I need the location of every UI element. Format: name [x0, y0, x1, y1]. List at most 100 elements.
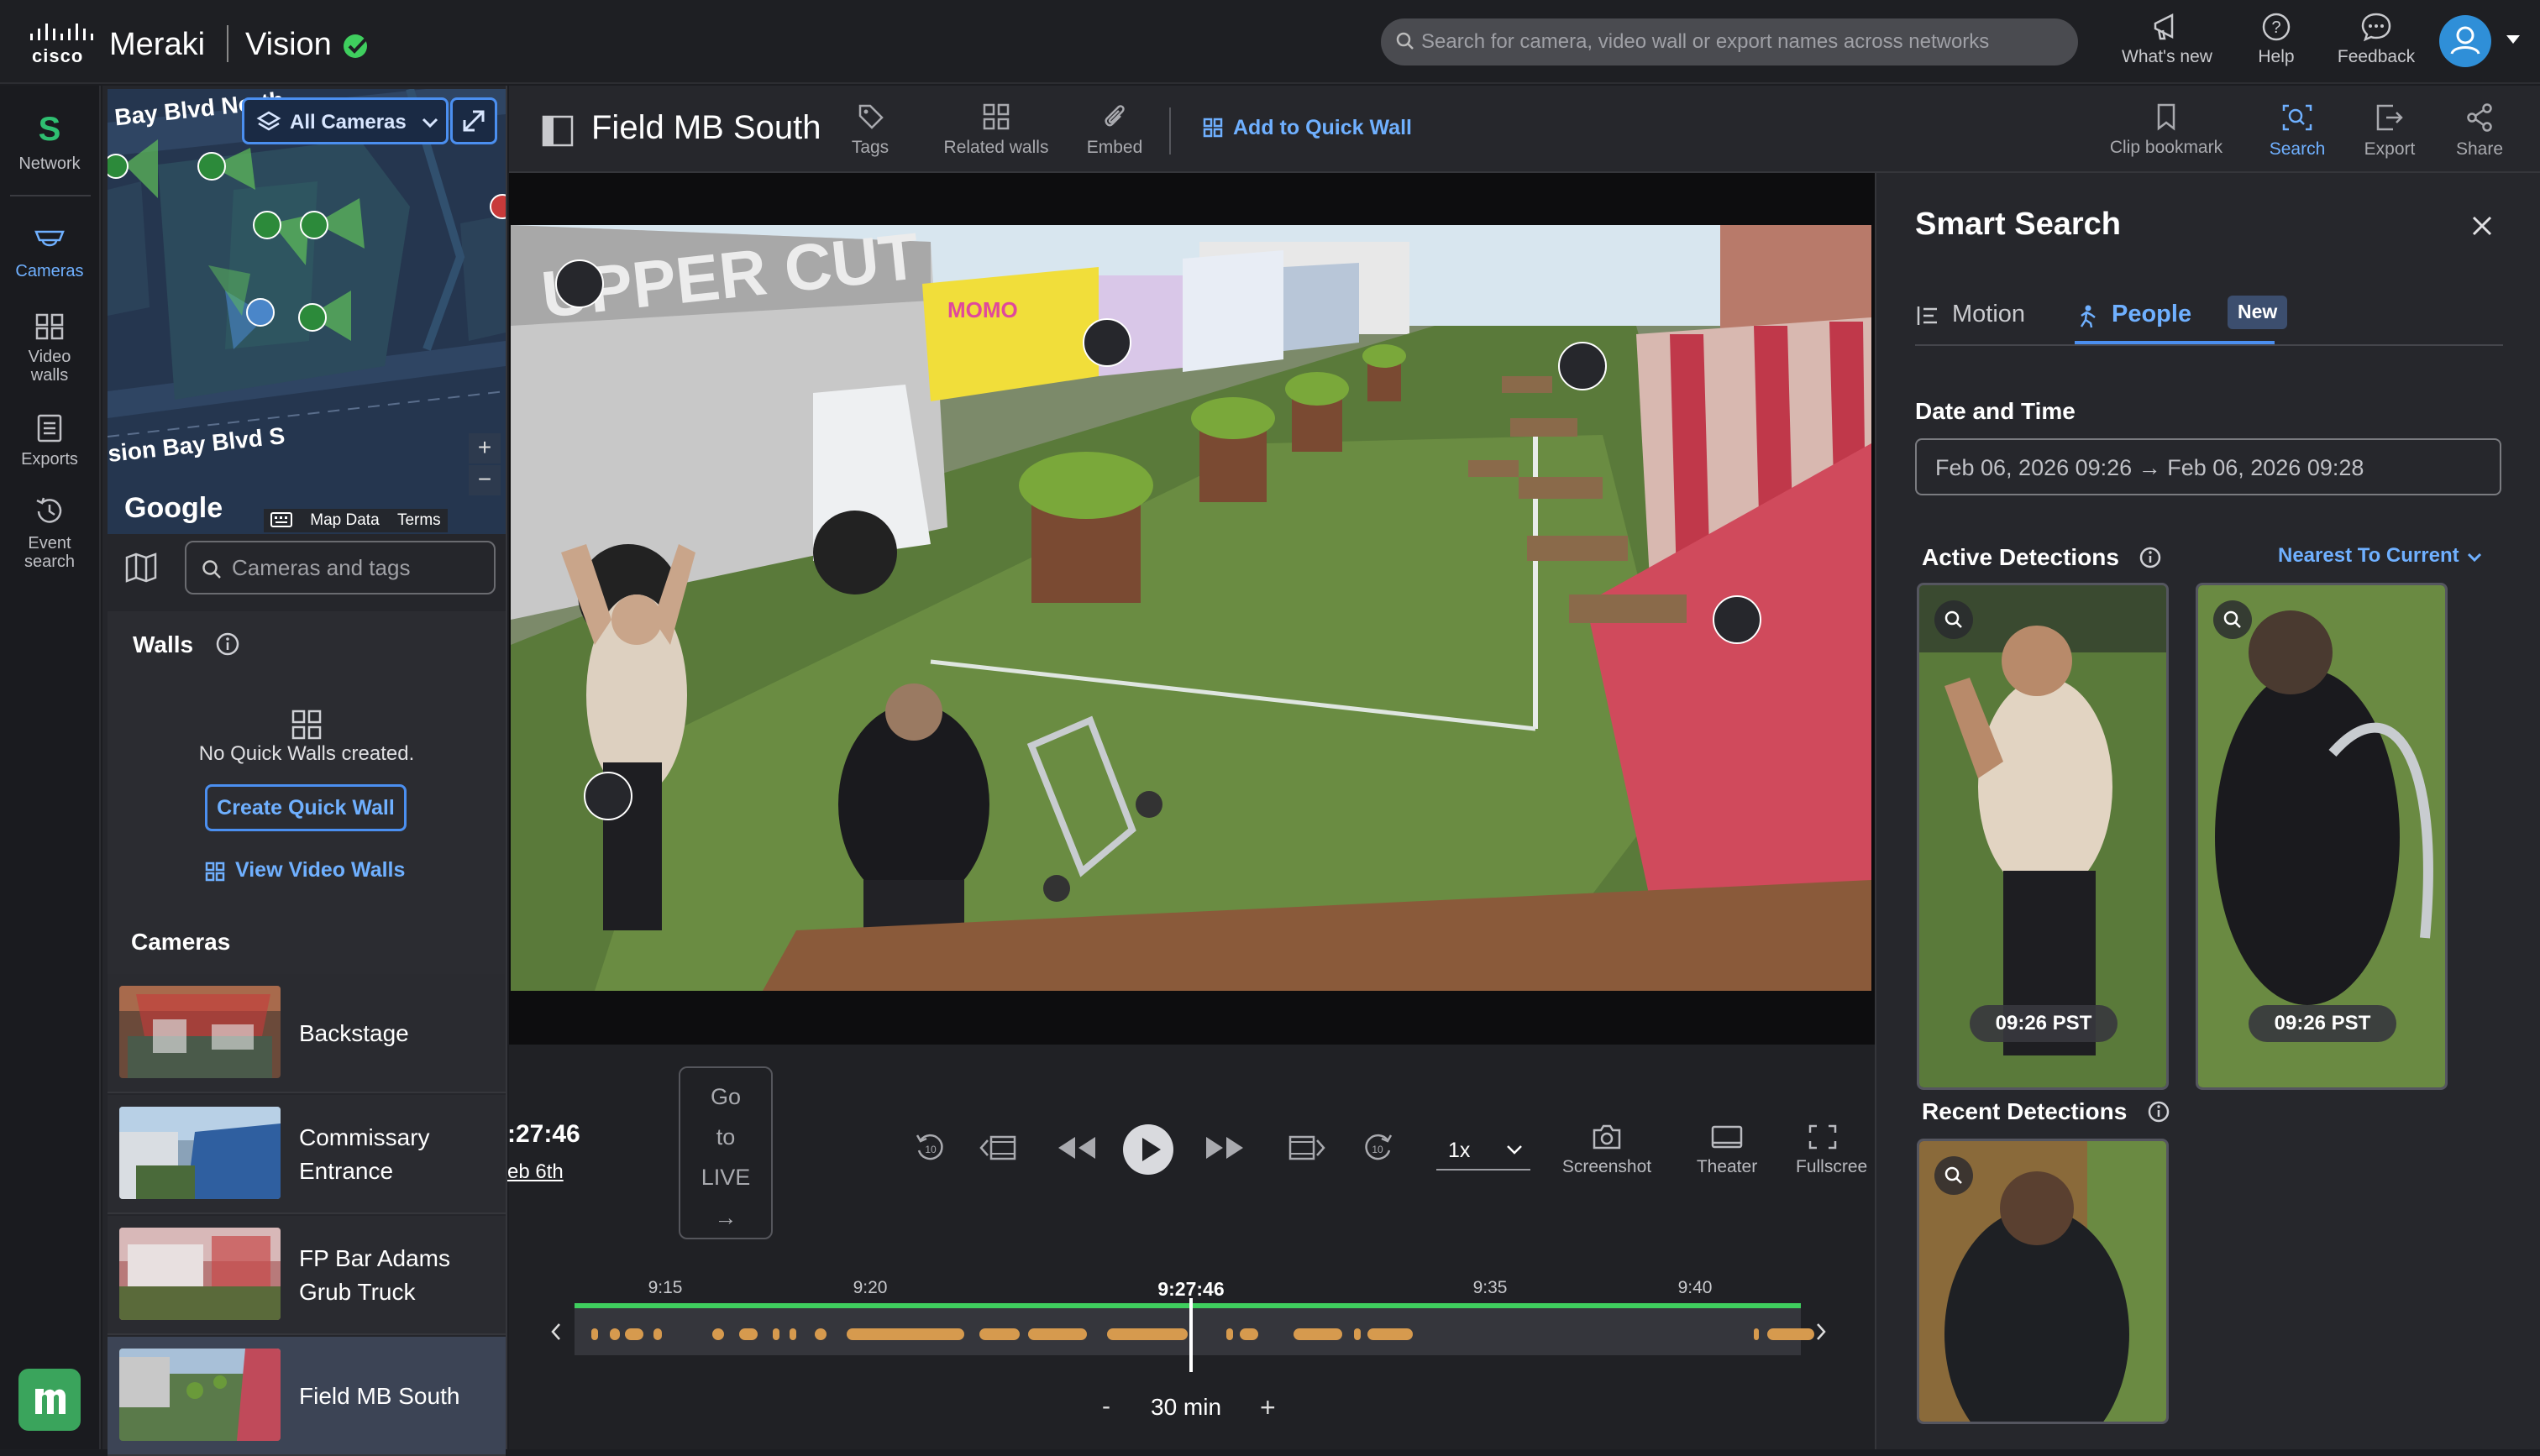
detection-zoom-button[interactable] [1934, 600, 1973, 639]
whats-new-button[interactable]: What's new [2117, 12, 2217, 67]
motion-events-track[interactable] [575, 1308, 1814, 1355]
current-date-link[interactable]: eb 6th [507, 1160, 564, 1184]
motion-segment[interactable] [1754, 1328, 1759, 1340]
fullscreen-button[interactable]: Fullscree [1796, 1123, 1873, 1177]
related-walls-label: Related walls [943, 138, 1049, 157]
play-button-icon[interactable] [1122, 1123, 1174, 1176]
detection-sort-select[interactable]: Nearest To Current [2278, 544, 2483, 568]
camera-map[interactable]: Bay Blvd North sion Bay Blvd S All Camer… [108, 89, 506, 534]
map-expand-button[interactable] [450, 97, 497, 144]
map-zoom-in-button[interactable]: + [469, 433, 501, 464]
help-button[interactable]: ? Help [2243, 12, 2310, 67]
camera-search-box[interactable] [185, 541, 496, 594]
timeline-zoom-out-button[interactable]: - [1102, 1392, 1110, 1421]
motion-segment[interactable] [847, 1328, 964, 1340]
detection-card[interactable]: 09:26 PST [1917, 583, 2169, 1090]
user-avatar[interactable] [2439, 15, 2491, 67]
clip-bookmark-button[interactable]: Clip bookmark [2095, 102, 2238, 158]
step-forward-icon[interactable] [1203, 1130, 1246, 1165]
zoom-in-icon [1944, 1166, 1962, 1184]
feedback-button[interactable]: Feedback [2330, 12, 2422, 67]
go-to-live-button[interactable]: Go to LIVE → [679, 1066, 773, 1239]
motion-segment[interactable] [790, 1328, 796, 1340]
motion-segment[interactable] [1240, 1328, 1258, 1340]
playback-speed-select[interactable]: 1x [1436, 1132, 1530, 1171]
detection-card[interactable]: 09:26 PST [2196, 583, 2448, 1090]
map-zoom-out-button[interactable]: − [469, 465, 501, 495]
timeline-zoom-in-button[interactable]: + [1260, 1392, 1276, 1423]
close-icon[interactable] [2469, 213, 2495, 238]
share-button[interactable]: Share [2446, 102, 2513, 160]
motion-segment[interactable] [815, 1328, 827, 1340]
motion-segment[interactable] [1367, 1328, 1413, 1340]
map-camera-filter[interactable]: All Cameras [242, 97, 449, 144]
theater-button[interactable]: Theater [1685, 1123, 1769, 1177]
map-data-link[interactable]: Map Data [310, 511, 379, 529]
export-button[interactable]: Export [2352, 102, 2427, 160]
search-icon [1396, 32, 1414, 50]
nav-cameras[interactable]: Cameras [0, 227, 99, 280]
motion-segment[interactable] [979, 1328, 1020, 1340]
info-icon[interactable] [215, 631, 240, 657]
info-icon[interactable] [2147, 1100, 2170, 1123]
nav-video-walls-label: Video walls [28, 348, 71, 385]
camera-search-input[interactable] [232, 542, 484, 593]
global-search-bar[interactable] [1381, 18, 2078, 65]
screenshot-button[interactable]: Screenshot [1554, 1123, 1660, 1177]
detection-zoom-button[interactable] [1934, 1156, 1973, 1195]
embed-button[interactable]: Embed [1077, 102, 1152, 158]
next-clip-icon[interactable] [1285, 1130, 1325, 1165]
nav-exports[interactable]: Exports [0, 413, 99, 469]
playhead[interactable] [1189, 1298, 1193, 1372]
camera-list-item-selected[interactable]: Field MB South [108, 1337, 506, 1456]
previous-clip-icon[interactable] [979, 1130, 1020, 1165]
global-search-input[interactable] [1421, 18, 2060, 65]
motion-segment[interactable] [1028, 1328, 1087, 1340]
map-toggle-icon[interactable] [124, 553, 158, 583]
camera-list-item[interactable]: FP Bar Adams Grub Truck [108, 1216, 506, 1335]
video-player[interactable]: UPPER CUT MOMO [509, 173, 1875, 1045]
tab-people[interactable]: People New [2075, 296, 2288, 344]
motion-segment[interactable] [610, 1328, 620, 1340]
motion-segment[interactable] [591, 1328, 598, 1340]
create-quick-wall-button[interactable]: Create Quick Wall [205, 784, 407, 831]
motion-segment[interactable] [625, 1328, 643, 1340]
forward-10-icon[interactable]: 10 [1361, 1130, 1396, 1165]
tab-motion[interactable]: Motion [1915, 299, 2041, 344]
timeline-next-icon[interactable] [1814, 1322, 1828, 1342]
camera-list-item[interactable]: Commissary Entrance [108, 1095, 506, 1214]
motion-segment[interactable] [1294, 1328, 1342, 1340]
motion-segment[interactable] [773, 1328, 779, 1340]
search-tab-button[interactable]: Search [2259, 102, 2335, 160]
detection-zoom-button[interactable] [2213, 600, 2252, 639]
detection-card[interactable] [1917, 1139, 2169, 1424]
step-back-icon[interactable] [1055, 1130, 1099, 1165]
sidebar-toggle-icon[interactable] [541, 114, 575, 148]
caret-down-icon[interactable] [2505, 34, 2522, 45]
new-badge: New [2228, 296, 2288, 329]
map-terms-link[interactable]: Terms [397, 511, 441, 529]
motion-segment[interactable] [739, 1328, 758, 1340]
smart-search-panel: Smart Search Motion People New Date and … [1875, 173, 2540, 1449]
motion-segment[interactable] [1226, 1328, 1233, 1340]
add-to-quick-wall-button[interactable]: Add to Quick Wall [1203, 116, 1412, 140]
meraki-app-logo[interactable] [18, 1369, 81, 1431]
search-icon [2282, 104, 2312, 131]
camera-video-frame[interactable]: UPPER CUT MOMO [511, 225, 1871, 991]
related-walls-button[interactable]: Related walls [929, 102, 1063, 158]
nav-network[interactable]: S Network [0, 111, 99, 173]
tags-button[interactable]: Tags [837, 102, 904, 158]
info-icon[interactable] [2139, 546, 2162, 569]
timeline-prev-icon[interactable] [549, 1322, 563, 1342]
nav-event-search[interactable]: Event search [0, 495, 99, 571]
motion-segment[interactable] [1107, 1328, 1188, 1340]
date-time-range-field[interactable]: Feb 06, 2026 09:26 → Feb 06, 2026 09:28 [1915, 438, 2501, 495]
timeline[interactable]: 9:15 9:20 9:27:46 9:35 9:40 [551, 1278, 1826, 1372]
motion-segment[interactable] [712, 1328, 724, 1340]
motion-segment[interactable] [1767, 1328, 1814, 1340]
motion-segment[interactable] [653, 1328, 662, 1340]
nav-video-walls[interactable]: Video walls [0, 312, 99, 385]
motion-segment[interactable] [1354, 1328, 1361, 1340]
rewind-10-icon[interactable]: 10 [912, 1130, 947, 1165]
camera-list-item[interactable]: Backstage [108, 974, 506, 1093]
